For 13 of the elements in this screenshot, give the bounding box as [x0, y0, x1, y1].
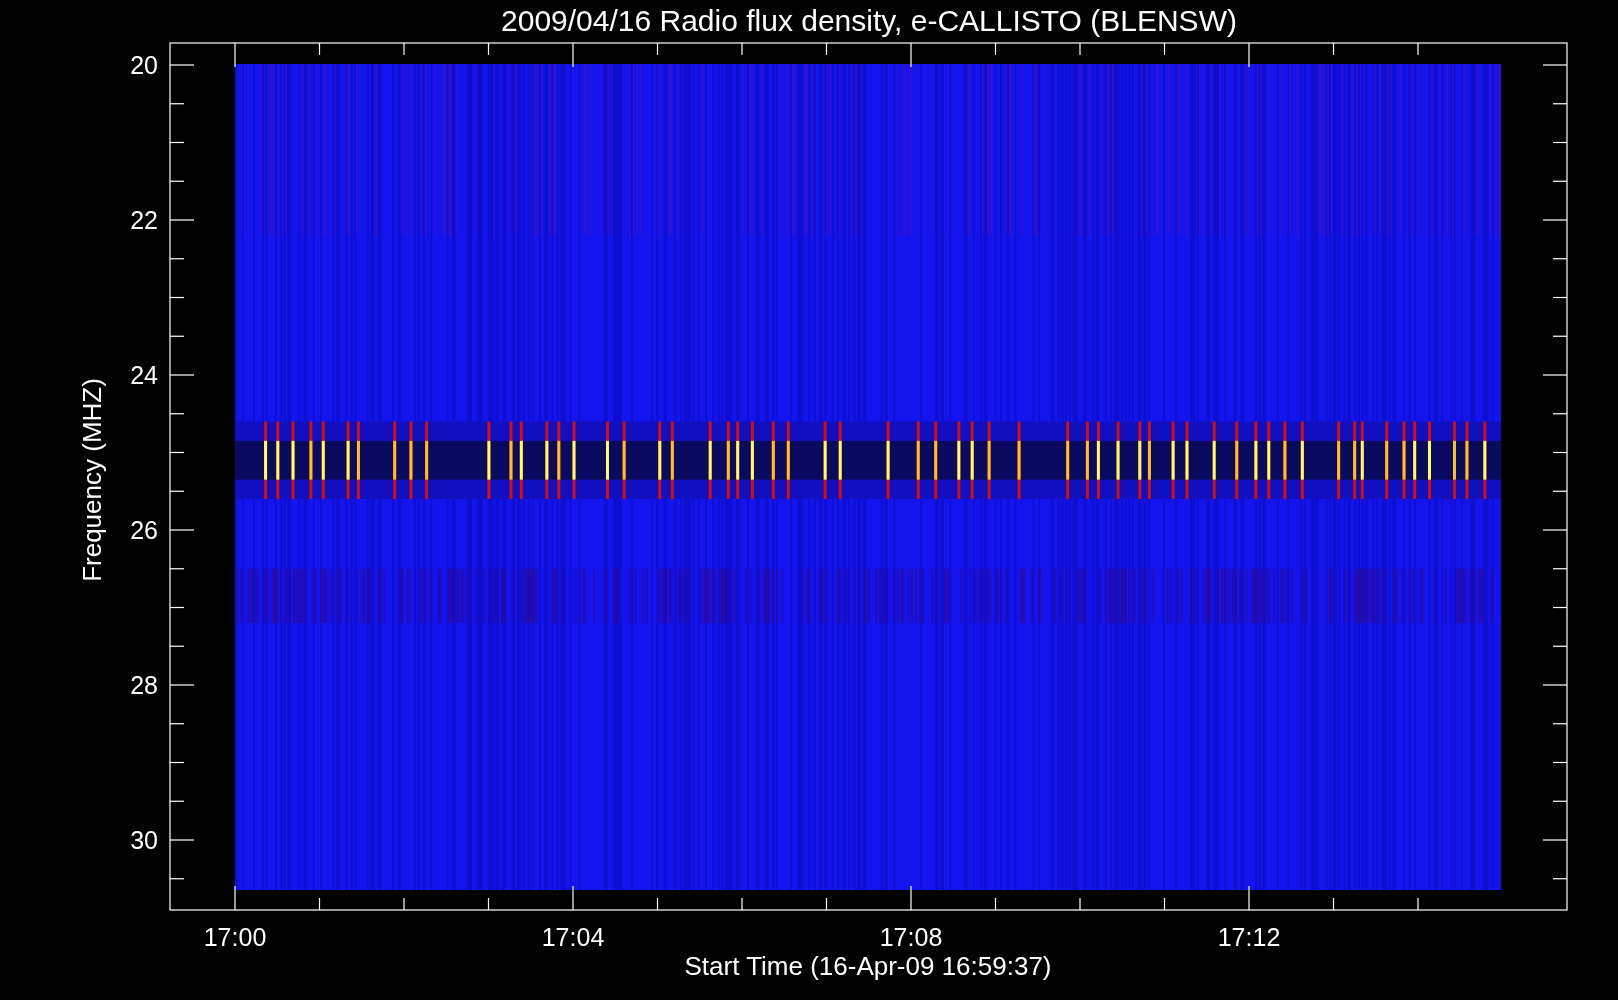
y-tick-label: 22: [130, 206, 158, 234]
x-tick-label: 17:04: [541, 923, 605, 951]
y-tick-label: 24: [130, 361, 158, 389]
y-tick-label: 30: [130, 826, 158, 854]
x-tick-label: 17:00: [203, 923, 267, 951]
y-axis-title: Frequency (MHZ): [77, 378, 107, 582]
y-tick-label: 26: [130, 516, 158, 544]
chart-title: 2009/04/16 Radio flux density, e-CALLISTO (BLENSW): [501, 4, 1237, 37]
y-tick-label: 20: [130, 51, 158, 79]
y-tick-label: 28: [130, 671, 158, 699]
x-tick-label: 17:12: [1217, 923, 1281, 951]
x-axis-title: Start Time (16-Apr-09 16:59:37): [684, 951, 1052, 981]
x-tick-label: 17:08: [879, 923, 943, 951]
